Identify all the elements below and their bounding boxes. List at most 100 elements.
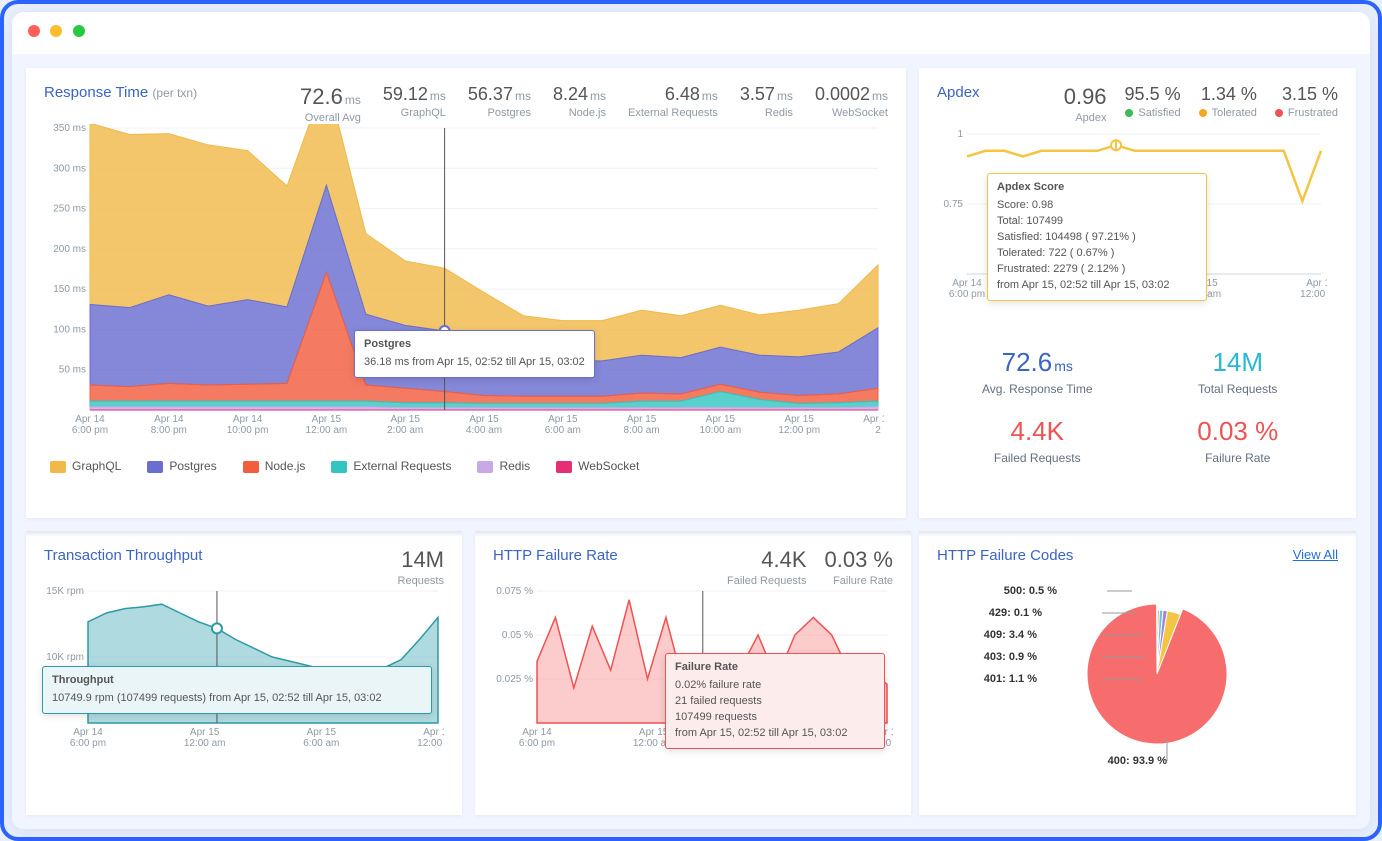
svg-text:8:00 pm: 8:00 pm: [151, 425, 187, 436]
rt-metric: 72.6msOverall Avg: [300, 84, 361, 124]
svg-text:0.075 %: 0.075 %: [496, 587, 533, 597]
throughput-panel: Transaction Throughput 14M Requests 10K …: [26, 531, 462, 815]
svg-text:6:00 am: 6:00 am: [303, 738, 339, 749]
apdex-metric: 0.96Apdex: [1064, 84, 1107, 124]
svg-text:500: 0.5 %: 500: 0.5 %: [1004, 585, 1057, 597]
svg-text:Apr 15: Apr 15: [469, 414, 499, 425]
view-all-link[interactable]: View All: [1293, 547, 1338, 562]
legend-item[interactable]: WebSocket: [556, 459, 639, 473]
svg-text:15K rpm: 15K rpm: [46, 587, 84, 597]
svg-text:300 ms: 300 ms: [53, 163, 86, 174]
rt-metric: 6.48msExternal Requests: [628, 84, 718, 124]
svg-text:Apr 15: Apr 15: [307, 727, 337, 738]
svg-text:Apr 14: Apr 14: [233, 414, 263, 425]
svg-text:12:00 pm: 12:00 pm: [417, 738, 444, 749]
legend-item[interactable]: GraphQL: [50, 459, 121, 473]
svg-text:Apr 14: Apr 14: [73, 727, 103, 738]
svg-text:10:00 am: 10:00 am: [700, 425, 742, 436]
svg-text:200 ms: 200 ms: [53, 244, 86, 255]
apdex-summary-stats: 72.6msAvg. Response Time14MTotal Request…: [937, 341, 1338, 479]
failure-codes-panel: HTTP Failure Codes View All 500: 0.5 % 42…: [919, 531, 1356, 815]
svg-text:Apr 15: Apr 15: [706, 414, 736, 425]
minimize-window-icon[interactable]: [50, 25, 62, 37]
svg-text:100 ms: 100 ms: [53, 324, 86, 335]
response-time-panel: Response Time (per txn) 72.6msOverall Av…: [26, 68, 906, 518]
panel-title: HTTP Failure Codes: [937, 547, 1073, 564]
svg-text:Apr 15: Apr 15: [863, 414, 884, 425]
failure-rate-metric: 0.03 %Failure Rate: [825, 547, 894, 587]
panel-title: Apdex: [937, 84, 980, 101]
svg-text:Apr 14: Apr 14: [522, 727, 552, 738]
apdex-tooltip: Apdex Score Score: 0.98Total: 107499Sati…: [987, 173, 1207, 301]
svg-text:Apr 15: Apr 15: [190, 727, 220, 738]
svg-text:Apr 15: Apr 15: [390, 414, 420, 425]
svg-text:403: 0.9 %: 403: 0.9 %: [984, 651, 1037, 663]
svg-text:6:00 pm: 6:00 pm: [72, 425, 108, 436]
panel-title: HTTP Failure Rate: [493, 547, 618, 564]
legend-item[interactable]: Postgres: [147, 459, 216, 473]
svg-text:150 ms: 150 ms: [53, 284, 86, 295]
failure-rate-metric: 4.4KFailed Requests: [727, 547, 807, 587]
summary-stat: 0.03 %Failure Rate: [1138, 410, 1339, 479]
panel-title: Response Time (per txn): [44, 84, 197, 101]
apdex-metric: 3.15 %Frustrated: [1275, 84, 1338, 124]
svg-text:Apr 15: Apr 15: [312, 414, 342, 425]
svg-text:12:00 am: 12:00 am: [306, 425, 348, 436]
close-window-icon[interactable]: [28, 25, 40, 37]
svg-text:409: 3.4 %: 409: 3.4 %: [984, 629, 1037, 641]
failure-rate-panel: HTTP Failure Rate 4.4KFailed Requests 0.0…: [475, 531, 911, 815]
svg-text:0.05 %: 0.05 %: [502, 630, 533, 641]
window-titlebar: [12, 12, 1370, 54]
svg-text:Apr 15: Apr 15: [784, 414, 814, 425]
apdex-metric: 1.34 %Tolerated: [1199, 84, 1257, 124]
response-time-tooltip: Postgres 36.18 ms from Apr 15, 02:52 til…: [354, 330, 595, 378]
response-time-chart[interactable]: 50 ms100 ms150 ms200 ms250 ms300 ms350 m…: [44, 124, 884, 444]
svg-text:2:00 am: 2:00 am: [387, 425, 423, 436]
svg-text:429: 0.1 %: 429: 0.1 %: [989, 607, 1042, 619]
status-dot-icon: [1125, 109, 1133, 117]
svg-text:Apr 15: Apr 15: [423, 727, 444, 738]
apdex-metric: 95.5 %Satisfied: [1125, 84, 1181, 124]
status-dot-icon: [1275, 109, 1283, 117]
svg-text:Apr 14: Apr 14: [154, 414, 184, 425]
rt-metric: 59.12msGraphQL: [383, 84, 446, 124]
svg-text:Apr 14: Apr 14: [75, 414, 105, 425]
svg-text:6:00 pm: 6:00 pm: [949, 289, 985, 300]
svg-text:350 ms: 350 ms: [53, 124, 86, 134]
legend-item[interactable]: Redis: [477, 459, 530, 473]
rt-metric: 56.37msPostgres: [468, 84, 531, 124]
svg-text:Apr 15: Apr 15: [1306, 278, 1327, 289]
summary-stat: 14MTotal Requests: [1138, 341, 1339, 410]
svg-text:250 ms: 250 ms: [53, 204, 86, 215]
summary-stat: 4.4KFailed Requests: [937, 410, 1138, 479]
legend-item[interactable]: External Requests: [331, 459, 451, 473]
svg-text:400: 93.9 %: 400: 93.9 %: [1108, 755, 1168, 767]
status-dot-icon: [1199, 109, 1207, 117]
svg-text:Apr 15: Apr 15: [548, 414, 578, 425]
apdex-panel: Apdex 0.96Apdex 95.5 %Satisfied 1.34 %Tole…: [919, 68, 1356, 518]
legend-item[interactable]: Node.js: [243, 459, 306, 473]
svg-text:12:00 pm: 12:00 pm: [778, 425, 820, 436]
svg-text:6:00 pm: 6:00 pm: [70, 738, 106, 749]
svg-text:Apr 15: Apr 15: [627, 414, 657, 425]
svg-text:10:00 pm: 10:00 pm: [227, 425, 269, 436]
svg-text:401: 1.1 %: 401: 1.1 %: [984, 673, 1037, 685]
rt-metric: 8.24msNode.js: [553, 84, 606, 124]
maximize-window-icon[interactable]: [73, 25, 85, 37]
throughput-metric: 14M Requests: [398, 547, 444, 587]
response-time-legend: GraphQL Postgres Node.js External Requests R…: [44, 449, 888, 473]
svg-text:8:00 am: 8:00 am: [624, 425, 660, 436]
svg-text:1: 1: [957, 129, 963, 140]
failure-rate-tooltip: Failure Rate 0.02% failure rate21 failed…: [665, 653, 885, 749]
svg-text:6:00 pm: 6:00 pm: [519, 738, 555, 749]
svg-text:6:00 am: 6:00 am: [545, 425, 581, 436]
rt-metric: 3.57msRedis: [740, 84, 793, 124]
svg-text:0.025 %: 0.025 %: [496, 674, 533, 685]
svg-text:Apr 14: Apr 14: [952, 278, 982, 289]
failure-codes-chart[interactable]: 500: 0.5 % 429: 0.1 % 409: 3.4 % 403: 0.9 %…: [937, 564, 1327, 774]
svg-text:4:00 am: 4:00 am: [466, 425, 502, 436]
svg-text:10K rpm: 10K rpm: [46, 652, 84, 663]
summary-stat: 72.6msAvg. Response Time: [937, 341, 1138, 410]
svg-text:12:00 am: 12:00 am: [184, 738, 226, 749]
throughput-tooltip: Throughput 10749.9 rpm (107499 requests)…: [42, 666, 432, 714]
